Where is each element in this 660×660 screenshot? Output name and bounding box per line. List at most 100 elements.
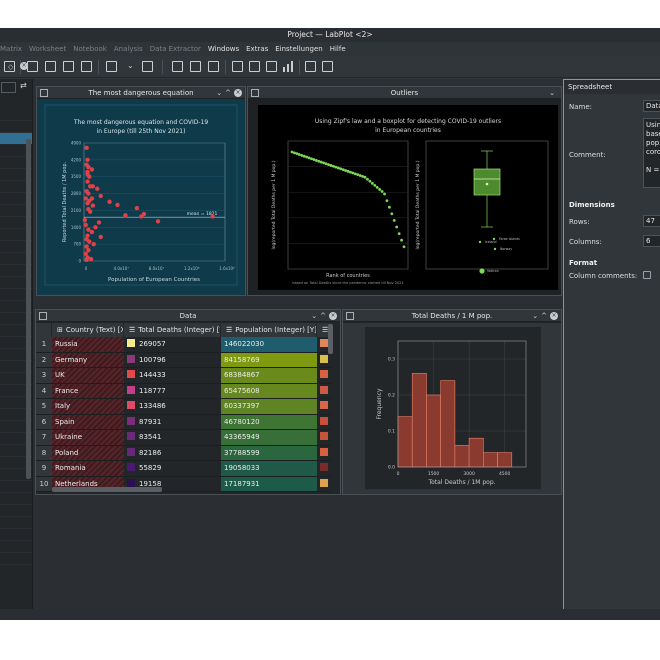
- sort-descending-icon[interactable]: [322, 61, 333, 72]
- total-deaths-cell[interactable]: 100796: [124, 352, 221, 368]
- total-deaths-cell[interactable]: 118777: [124, 383, 221, 399]
- close-icon[interactable]: ×: [550, 312, 558, 320]
- close-icon[interactable]: ×: [329, 312, 337, 320]
- subwindow-title-bar[interactable]: Outliers ⌄: [248, 87, 561, 99]
- country-cell[interactable]: Spain: [52, 414, 124, 430]
- extra-cell[interactable]: [317, 461, 331, 477]
- table-row[interactable]: 5 Italy 133486 60337397: [36, 399, 331, 415]
- column-header-country[interactable]: ⊞ Country (Text) [X]: [52, 323, 124, 337]
- chevron-up-icon[interactable]: ^: [541, 312, 550, 320]
- total-deaths-cell[interactable]: 133486: [124, 399, 221, 415]
- menu-item-worksheet[interactable]: Worksheet: [29, 42, 66, 56]
- row-number[interactable]: 1: [36, 337, 52, 353]
- menu-item-einstellungen[interactable]: Einstellungen: [275, 42, 322, 56]
- country-cell[interactable]: France: [52, 383, 124, 399]
- chevron-down-icon[interactable]: ⌄: [311, 312, 320, 320]
- population-cell[interactable]: 84158769: [221, 352, 317, 368]
- menu-item-hilfe[interactable]: Hilfe: [330, 42, 346, 56]
- extra-cell[interactable]: [317, 414, 331, 430]
- chevron-up-icon[interactable]: ^: [225, 89, 234, 97]
- total-deaths-cell[interactable]: 269057: [124, 337, 221, 353]
- row-number[interactable]: 9: [36, 461, 52, 477]
- row-number[interactable]: 8: [36, 445, 52, 461]
- explorer-tree-row[interactable]: [0, 493, 32, 505]
- extra-cell[interactable]: [317, 352, 331, 368]
- table-row[interactable]: 6 Spain 87931 46780120: [36, 414, 331, 430]
- row-number[interactable]: 2: [36, 352, 52, 368]
- table-row[interactable]: 4 France 118777 65475608: [36, 383, 331, 399]
- matrix-icon[interactable]: [232, 61, 243, 72]
- menu-item-windows[interactable]: Windows: [208, 42, 239, 56]
- extra-cell[interactable]: [317, 430, 331, 446]
- country-cell[interactable]: Russia: [52, 337, 124, 353]
- table-vertical-scrollbar[interactable]: [328, 324, 333, 354]
- close-icon[interactable]: ×: [20, 62, 28, 70]
- axis-icon[interactable]: [45, 61, 56, 72]
- menu-item-extras[interactable]: Extras: [246, 42, 268, 56]
- table-row[interactable]: 3 UK 144433 68384867: [36, 368, 331, 384]
- total-deaths-cell[interactable]: 55829: [124, 461, 221, 477]
- bar-chart-icon[interactable]: [283, 61, 293, 72]
- population-cell[interactable]: 65475608: [221, 383, 317, 399]
- total-deaths-cell[interactable]: 82186: [124, 445, 221, 461]
- chevron-down-icon[interactable]: ⌄: [216, 89, 225, 97]
- menu-item-notebook[interactable]: Notebook: [73, 42, 107, 56]
- menu-item-analysis[interactable]: Analysis: [114, 42, 143, 56]
- subwindow-data[interactable]: Data ⌄^× ⊞ Country (Text) [X] ☰ Total Deat…: [35, 309, 341, 495]
- comment-textarea[interactable]: Usingbasepop.coron N = 4: [643, 118, 660, 188]
- country-cell[interactable]: UK: [52, 368, 124, 384]
- new-page-icon[interactable]: [106, 61, 117, 72]
- explorer-tree-row[interactable]: [0, 481, 32, 493]
- total-deaths-cell[interactable]: 83541: [124, 430, 221, 446]
- total-deaths-cell[interactable]: 87931: [124, 414, 221, 430]
- row-number[interactable]: 4: [36, 383, 52, 399]
- row-number[interactable]: 7: [36, 430, 52, 446]
- table-horizontal-scrollbar[interactable]: [52, 487, 162, 492]
- subwindow-dangerous-equation[interactable]: The most dangerous equation ⌄^× The most…: [36, 86, 246, 296]
- column-header-population[interactable]: ☰ Population (Integer) [Y]: [221, 323, 317, 337]
- text-align-icon[interactable]: [27, 61, 38, 72]
- explorer-filter-input[interactable]: [1, 82, 16, 93]
- explorer-tree-row[interactable]: [0, 517, 32, 529]
- chevron-up-icon[interactable]: ^: [320, 312, 329, 320]
- sort-ascending-icon[interactable]: [305, 61, 316, 72]
- extra-cell[interactable]: [317, 399, 331, 415]
- table-row[interactable]: 1 Russia 269057 146022030: [36, 337, 331, 353]
- country-cell[interactable]: Ukraine: [52, 430, 124, 446]
- chevron-down-icon[interactable]: ⌄: [127, 61, 138, 72]
- column-comments-checkbox[interactable]: [643, 271, 651, 279]
- swap-icon[interactable]: ⇄: [20, 81, 27, 90]
- population-cell[interactable]: 60337397: [221, 399, 317, 415]
- table-row[interactable]: 8 Poland 82186 37788599: [36, 445, 331, 461]
- population-cell[interactable]: 68384867: [221, 368, 317, 384]
- subwindow-title-bar[interactable]: Data ⌄^×: [36, 310, 340, 322]
- rows-spinbox[interactable]: 47: [643, 215, 660, 227]
- table-grid-icon[interactable]: [190, 61, 201, 72]
- subwindow-outliers[interactable]: Outliers ⌄ Using Zipf's law and a boxplo…: [247, 86, 562, 296]
- row-number[interactable]: 3: [36, 368, 52, 384]
- name-input[interactable]: Data: [643, 100, 660, 112]
- explorer-tree-row[interactable]: [0, 553, 32, 565]
- column-header-total-deaths[interactable]: ☰ Total Deaths (Integer) [Y]: [124, 323, 221, 337]
- population-cell[interactable]: 17187931: [221, 476, 317, 492]
- chevron-down-icon[interactable]: ⌄: [532, 312, 541, 320]
- subwindow-histogram[interactable]: Total Deaths / 1 M pop. ⌄^× 0.0 0.1 0.2 0.3…: [342, 309, 562, 495]
- population-cell[interactable]: 146022030: [221, 337, 317, 353]
- row-number[interactable]: 10: [36, 476, 52, 492]
- explorer-tree-row[interactable]: [0, 109, 32, 121]
- matrix-grid-icon[interactable]: [249, 61, 260, 72]
- menu-item-data-extractor[interactable]: Data Extractor: [150, 42, 201, 56]
- chevron-down-icon[interactable]: ⌄: [549, 89, 558, 97]
- image-icon[interactable]: [63, 61, 74, 72]
- extra-cell[interactable]: [317, 445, 331, 461]
- subwindow-title-bar[interactable]: The most dangerous equation ⌄^×: [37, 87, 245, 99]
- extra-cell[interactable]: [317, 383, 331, 399]
- table-columns-icon[interactable]: [208, 61, 219, 72]
- row-number[interactable]: 5: [36, 399, 52, 415]
- restore-icon[interactable]: ◇: [8, 63, 13, 71]
- table-row[interactable]: 7 Ukraine 83541 43365949: [36, 430, 331, 446]
- extra-cell[interactable]: [317, 368, 331, 384]
- menu-item-matrix[interactable]: Matrix: [0, 42, 22, 56]
- population-cell[interactable]: 37788599: [221, 445, 317, 461]
- explorer-tree-row[interactable]: [0, 505, 32, 517]
